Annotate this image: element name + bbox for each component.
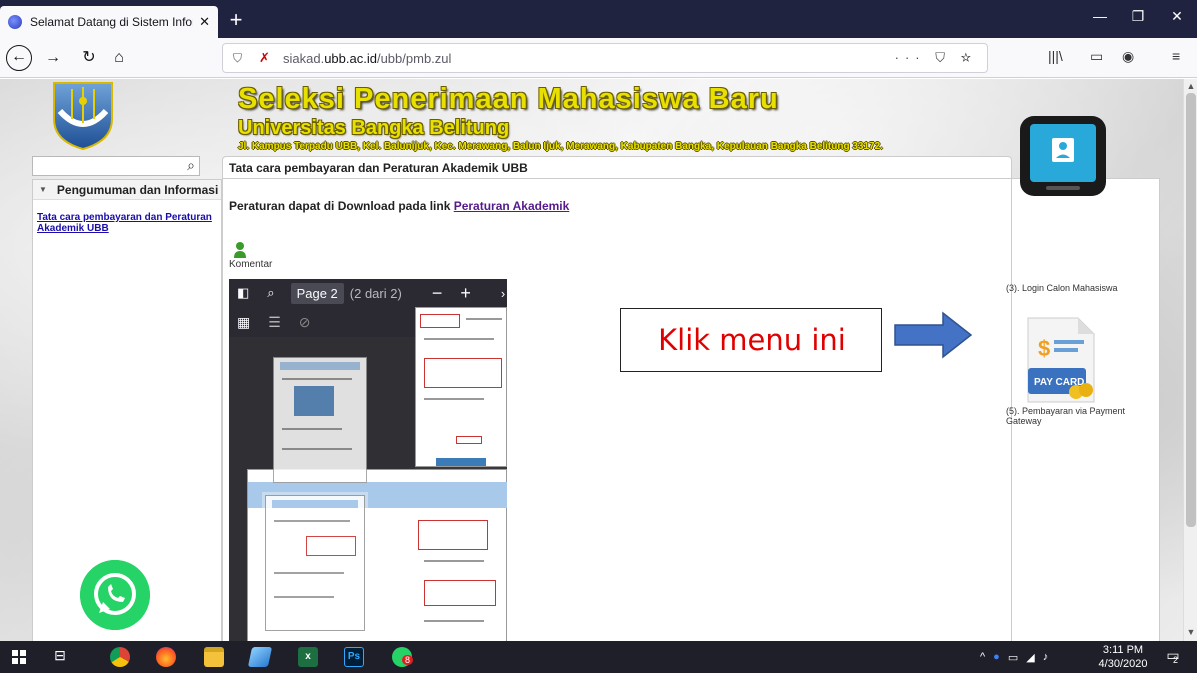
- excel-icon[interactable]: x: [298, 647, 318, 667]
- sidebar-toggle-icon[interactable]: ▭: [1090, 48, 1103, 65]
- windows-start-icon[interactable]: [12, 650, 26, 664]
- browser-tab[interactable]: Selamat Datang di Sistem Infor ✕: [0, 6, 218, 38]
- scroll-up-icon[interactable]: ▲: [1184, 81, 1197, 91]
- pdf-thumbnail-1[interactable]: [273, 357, 367, 483]
- scrollbar-thumb[interactable]: [1186, 93, 1196, 527]
- photoshop-icon[interactable]: Ps: [344, 647, 364, 667]
- payment-gateway-label[interactable]: (5). Pembayaran via Payment Gateway: [1006, 406, 1156, 426]
- page-title: Seleksi Penerimaan Mahasiswa Baru: [238, 83, 779, 115]
- annotation-box: Klik menu ini: [620, 308, 882, 372]
- scroll-down-icon[interactable]: ▼: [1184, 627, 1197, 637]
- login-calon-mahasiswa-icon[interactable]: [1016, 114, 1110, 206]
- whatsapp-badge: 8: [402, 655, 414, 665]
- page-viewport: Seleksi Penerimaan Mahasiswa Baru Univer…: [0, 79, 1183, 641]
- pdf-thumbnail-2[interactable]: [262, 492, 368, 634]
- file-explorer-icon[interactable]: [204, 647, 224, 667]
- zoom-out-button[interactable]: −: [432, 283, 443, 304]
- zoom-in-button[interactable]: +: [460, 283, 471, 304]
- task-view-icon[interactable]: ⊟: [50, 647, 70, 667]
- page-scrollbar[interactable]: ▲ ▼: [1183, 79, 1197, 641]
- download-info-text: Peraturan dapat di Download pada link Pe…: [229, 199, 570, 213]
- annotation-arrow-icon: [894, 311, 973, 359]
- tray-app-icon[interactable]: ●: [993, 651, 1000, 663]
- collapse-triangle-icon[interactable]: ▼: [39, 185, 47, 194]
- insecure-lock-icon[interactable]: ✗: [259, 50, 275, 66]
- new-tab-button[interactable]: +: [222, 8, 250, 32]
- tab-title: Selamat Datang di Sistem Infor: [30, 15, 194, 29]
- notification-center-icon[interactable]: ▭ 2: [1162, 647, 1184, 667]
- battery-icon[interactable]: ▭: [1008, 651, 1018, 664]
- peraturan-akademik-link[interactable]: Peraturan Akademik: [454, 199, 570, 213]
- pdf-page-count: (2 dari 2): [349, 285, 402, 301]
- sidebar-search-input[interactable]: [32, 156, 200, 176]
- back-button[interactable]: ←: [6, 45, 32, 71]
- svg-text:$: $: [1038, 336, 1050, 361]
- taskbar-clock[interactable]: 3:11 PM 4/30/2020: [1093, 643, 1153, 671]
- campus-address: Jl. Kampus Terpadu UBB, Kel. Balunijuk, …: [238, 141, 883, 152]
- show-hidden-icons-icon[interactable]: ^: [980, 651, 985, 663]
- home-button[interactable]: ⌂: [106, 46, 132, 70]
- pdf-toolbar: ◧ ⌕ Page 2 (2 dari 2) − + ›: [229, 279, 507, 307]
- pdf-viewer[interactable]: ◧ ⌕ Page 2 (2 dari 2) − + › ▦ ☰ ⊘: [229, 279, 507, 641]
- browser-toolbar: ← → ↻ ⌂ ⛉ ✗ siakad.ubb.ac.id/ubb/pmb.zul…: [0, 38, 1197, 78]
- login-calon-mahasiswa-label[interactable]: (3). Login Calon Mahasiswa: [1006, 283, 1118, 293]
- pdf-sidebar-toggle-icon[interactable]: ◧: [237, 285, 249, 301]
- sidebar-section-header[interactable]: ▼ Pengumuman dan Informasi: [33, 180, 221, 200]
- whatsapp-icon[interactable]: [80, 560, 150, 630]
- pdf-page-number-input[interactable]: Page 2: [290, 282, 344, 304]
- url-bar[interactable]: ⛉ ✗ siakad.ubb.ac.id/ubb/pmb.zul ··· ⛉ ☆: [222, 43, 988, 73]
- ubb-logo: [53, 82, 113, 151]
- tab-tata-cara[interactable]: Tata cara pembayaran dan Peraturan Akade…: [222, 156, 1012, 178]
- browser-tab-strip: Selamat Datang di Sistem Infor ✕ + — ❐ ✕: [0, 0, 1197, 38]
- page-subtitle: Universitas Bangka Belitung: [238, 117, 510, 139]
- outline-icon[interactable]: ☰: [268, 314, 281, 331]
- close-tab-icon[interactable]: ✕: [199, 14, 210, 30]
- sidebar-item-tata-cara[interactable]: Tata cara pembayaran dan Peraturan Akade…: [37, 212, 217, 234]
- app-icon[interactable]: [247, 647, 273, 667]
- sidebar-section-title: Pengumuman dan Informasi: [56, 182, 219, 197]
- page-actions-icon[interactable]: ··· ⛉ ☆: [895, 50, 977, 66]
- attachments-icon[interactable]: ⊘: [299, 314, 311, 331]
- account-icon[interactable]: ◉: [1122, 48, 1134, 65]
- volume-icon[interactable]: ♪: [1043, 651, 1049, 663]
- site-favicon-icon: [8, 15, 22, 29]
- network-icon[interactable]: ◢: [1026, 651, 1034, 664]
- minimize-icon[interactable]: —: [1080, 8, 1120, 24]
- system-tray: ^ ● ▭ ◢ ♪: [980, 641, 1048, 673]
- main-content-panel: Peraturan dapat di Download pada link Pe…: [222, 178, 1012, 641]
- windows-taskbar: ⊟ x Ps 8 ^ ● ▭ ◢ ♪ 3:11 PM 4/30/2020 ▭ 2: [0, 641, 1197, 673]
- close-window-icon[interactable]: ✕: [1157, 8, 1197, 25]
- restore-icon[interactable]: ❐: [1118, 8, 1158, 25]
- annotation-text: Klik menu ini: [658, 323, 846, 357]
- pdf-find-icon[interactable]: ⌕: [267, 285, 274, 301]
- payment-gateway-icon[interactable]: $ PAY CARD: [1018, 316, 1102, 404]
- notification-count: 2: [1173, 655, 1179, 665]
- comment-label[interactable]: Komentar: [229, 259, 272, 270]
- comment-user-icon[interactable]: [233, 241, 247, 259]
- whatsapp-taskbar-icon[interactable]: 8: [392, 647, 414, 667]
- search-icon[interactable]: ⌕: [180, 157, 202, 177]
- library-icon[interactable]: |||\: [1048, 48, 1063, 64]
- clock-date: 4/30/2020: [1098, 658, 1148, 670]
- url-text[interactable]: siakad.ubb.ac.id/ubb/pmb.zul: [283, 51, 895, 66]
- clock-time: 3:11 PM: [1102, 644, 1144, 656]
- menu-icon[interactable]: ≡: [1172, 48, 1180, 64]
- pdf-sidebar-tabs: ▦ ☰ ⊘: [229, 307, 415, 337]
- tracking-shield-icon[interactable]: ⛉: [233, 51, 247, 66]
- reload-button[interactable]: ↻: [76, 46, 102, 70]
- chevron-right-icon[interactable]: ›: [501, 286, 505, 301]
- forward-button[interactable]: →: [40, 46, 66, 70]
- chrome-icon[interactable]: [110, 647, 130, 667]
- firefox-icon[interactable]: [156, 647, 176, 667]
- pdf-page-1[interactable]: [415, 307, 507, 467]
- thumbnails-icon[interactable]: ▦: [237, 314, 250, 331]
